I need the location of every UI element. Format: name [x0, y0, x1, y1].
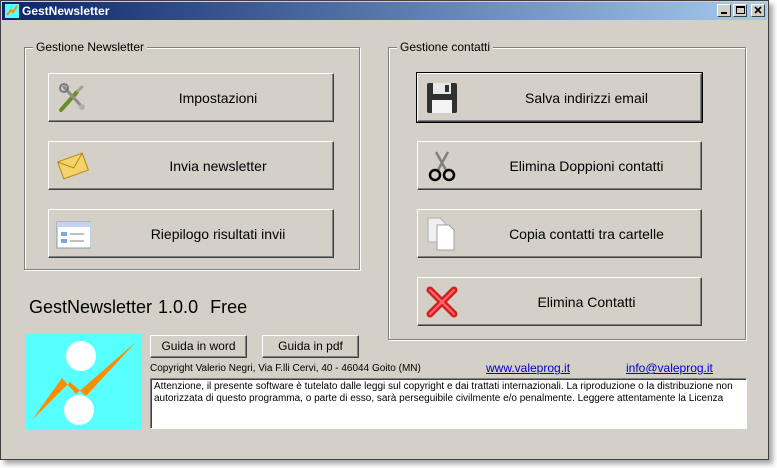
- invia-newsletter-button[interactable]: Invia newsletter: [48, 141, 334, 190]
- copia-contatti-button[interactable]: Copia contatti tra cartelle: [417, 209, 702, 258]
- email-link[interactable]: info@valeprog.it: [626, 361, 713, 375]
- app-name: GestNewsletter 1.0.0: [29, 297, 199, 317]
- riepilogo-label: Riepilogo risultati invii: [150, 225, 286, 242]
- app-title: GestNewsletter 1.0.0 Free: [29, 297, 247, 318]
- tools-icon: [59, 83, 85, 112]
- website-link[interactable]: www.valeprog.it: [486, 361, 570, 375]
- copy-pages-icon: [427, 217, 455, 251]
- salva-indirizzi-label: Salva indirizzi email: [525, 89, 648, 106]
- close-icon: [754, 6, 762, 14]
- invia-newsletter-label: Invia newsletter: [169, 157, 267, 174]
- salva-indirizzi-button[interactable]: Salva indirizzi email: [416, 72, 703, 123]
- envelope-icon: [57, 152, 89, 180]
- impostazioni-button[interactable]: Impostazioni: [48, 73, 334, 122]
- copia-contatti-label: Copia contatti tra cartelle: [509, 225, 664, 242]
- close-button[interactable]: [751, 4, 765, 17]
- minimize-button[interactable]: [717, 4, 731, 17]
- minimize-icon: [721, 12, 727, 14]
- maximize-icon: [736, 6, 745, 14]
- title-bar[interactable]: GestNewsletter: [2, 2, 767, 20]
- elimina-contatti-button[interactable]: Elimina Contatti: [417, 277, 702, 326]
- maximize-button[interactable]: [733, 4, 747, 17]
- red-x-icon: [426, 286, 458, 318]
- impostazioni-label: Impostazioni: [178, 89, 258, 106]
- report-window-icon: [56, 221, 91, 249]
- floppy-disk-icon: [427, 83, 457, 113]
- guida-word-button[interactable]: Guida in word: [150, 335, 247, 358]
- app-window: GestNewsletter Gestione Newsletter Impos…: [0, 0, 769, 460]
- elimina-contatti-label: Elimina Contatti: [537, 293, 636, 310]
- copyright-text: Copyright Valerio Negri, Via F.lli Cervi…: [150, 363, 421, 374]
- app-edition: Free: [210, 297, 248, 317]
- logo-graphic: [32, 341, 136, 425]
- guida-pdf-button[interactable]: Guida in pdf: [262, 335, 359, 358]
- app-icon: [5, 4, 19, 18]
- riepilogo-button[interactable]: Riepilogo risultati invii: [48, 209, 334, 258]
- elimina-doppioni-button[interactable]: Elimina Doppioni contatti: [417, 141, 702, 190]
- contacts-group-title: Gestione contatti: [397, 40, 494, 54]
- scissors-icon: [428, 151, 456, 182]
- elimina-doppioni-label: Elimina Doppioni contatti: [509, 157, 664, 174]
- copyright-notice[interactable]: Attenzione, il presente software è tutel…: [150, 378, 747, 429]
- newsletter-group-title: Gestione Newsletter: [33, 40, 148, 54]
- window-title: GestNewsletter: [22, 4, 110, 18]
- app-logo: [26, 334, 142, 430]
